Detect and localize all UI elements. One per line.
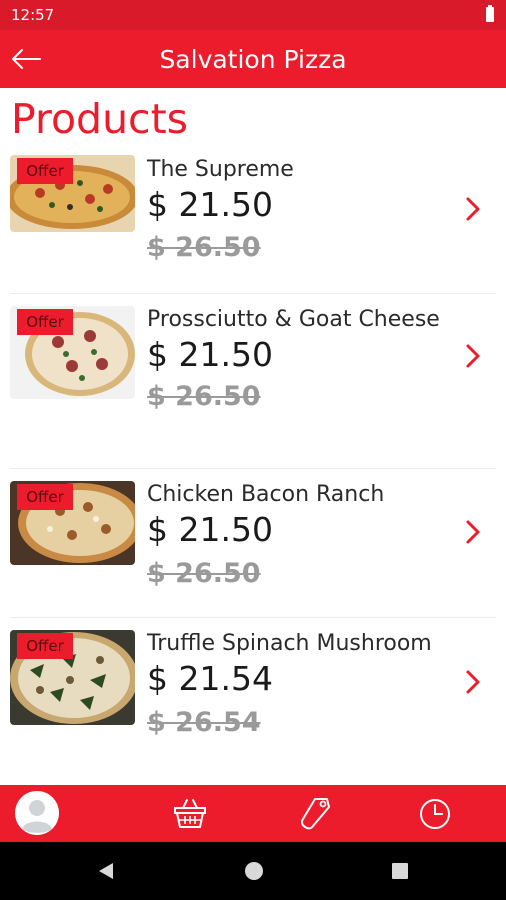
battery-icon: [486, 5, 494, 22]
basket-button[interactable]: [165, 789, 215, 839]
bottom-nav: [0, 785, 506, 842]
product-price: $ 21.50: [147, 335, 273, 374]
product-image: Offer: [10, 306, 135, 399]
product-name: Truffle Spinach Mushroom: [147, 631, 432, 656]
product-old-price: $ 26.50: [147, 558, 261, 589]
offer-badge: Offer: [17, 484, 73, 510]
product-row[interactable]: Offer Truffle Spinach Mushroom $ 21.54 $…: [10, 618, 496, 785]
product-image: Offer: [10, 481, 135, 565]
product-image: Offer: [10, 155, 135, 232]
profile-avatar-icon: [15, 791, 59, 835]
basket-icon: [174, 799, 206, 828]
product-name: The Supreme: [147, 157, 294, 182]
app-bar: Salvation Pizza: [0, 30, 506, 88]
profile-button[interactable]: [15, 791, 59, 835]
offer-badge: Offer: [17, 633, 73, 659]
product-old-price: $ 26.50: [147, 381, 261, 412]
product-row[interactable]: Offer Chicken Bacon Ranch $ 21.50 $ 26.5…: [10, 469, 496, 618]
status-time: 12:57: [11, 6, 55, 24]
product-list: Offer The Supreme $ 21.50 $ 26.50 Offer: [0, 148, 506, 785]
offer-badge: Offer: [17, 158, 73, 184]
product-row[interactable]: Offer Prossciutto & Goat Cheese $ 21.50 …: [10, 294, 496, 469]
offer-badge: Offer: [17, 309, 73, 335]
product-image: Offer: [10, 630, 135, 725]
product-row[interactable]: Offer The Supreme $ 21.50 $ 26.50: [10, 148, 496, 294]
system-nav-bar: [0, 842, 506, 900]
history-button[interactable]: [410, 789, 460, 839]
product-price: $ 21.50: [147, 510, 273, 549]
recents-square-icon[interactable]: [389, 860, 411, 882]
offers-button[interactable]: [291, 789, 341, 839]
product-price: $ 21.50: [147, 185, 273, 224]
page-title: Products: [11, 95, 189, 143]
tag-icon: [300, 798, 330, 830]
chevron-right-icon: [466, 670, 480, 694]
clock-icon: [420, 799, 450, 829]
chevron-right-icon: [466, 197, 480, 221]
product-price: $ 21.54: [147, 659, 273, 698]
app-title: Salvation Pizza: [159, 45, 347, 74]
status-bar: 12:57: [0, 0, 506, 30]
home-circle-icon[interactable]: [243, 860, 265, 882]
product-old-price: $ 26.54: [147, 707, 261, 738]
product-name: Prossciutto & Goat Cheese: [147, 307, 440, 332]
chevron-right-icon: [466, 344, 480, 368]
product-old-price: $ 26.50: [147, 232, 261, 263]
back-triangle-icon[interactable]: [95, 860, 117, 882]
chevron-right-icon: [466, 520, 480, 544]
product-name: Chicken Bacon Ranch: [147, 482, 385, 507]
